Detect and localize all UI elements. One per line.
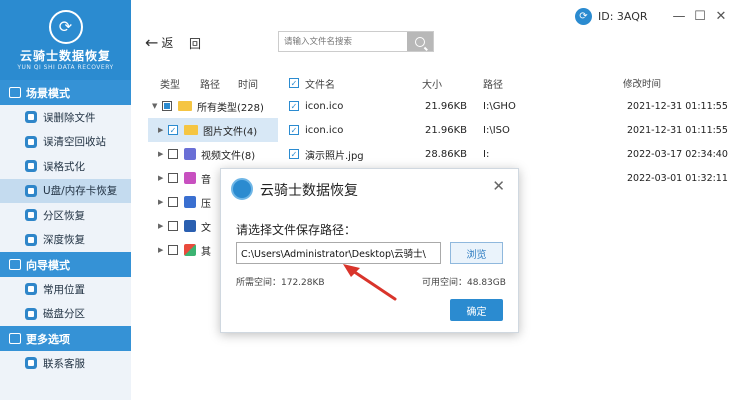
table-row[interactable]: ✓ icon.ico 21.96KB I:\GHO 2021-12-31 01:1… bbox=[283, 94, 737, 118]
tab-type[interactable]: 类型 bbox=[160, 76, 180, 91]
sidebar-item-recycle-bin[interactable]: 误清空回收站 bbox=[0, 130, 131, 155]
section-wizard-mode[interactable]: 向导模式 bbox=[0, 252, 131, 277]
table-row[interactable]: ✓ icon.ico 21.96KB I:\ISO 2021-12-31 01:1… bbox=[283, 118, 737, 142]
expand-icon[interactable]: ▶ bbox=[158, 246, 168, 254]
expand-icon[interactable]: ▶ bbox=[158, 150, 168, 158]
minimize-icon[interactable]: — bbox=[672, 9, 686, 24]
back-button[interactable]: ← 返 bbox=[145, 33, 173, 52]
search-input[interactable] bbox=[279, 32, 407, 51]
confirm-button[interactable]: 确定 bbox=[450, 299, 503, 321]
tree-header: 类型 路径 时间 bbox=[148, 72, 278, 94]
sidebar-item-deleted-files[interactable]: 误删除文件 bbox=[0, 105, 131, 130]
select-all-checkbox[interactable]: ✓ bbox=[289, 78, 299, 88]
documents-checkbox[interactable] bbox=[168, 221, 178, 231]
expand-icon[interactable]: ▶ bbox=[158, 222, 168, 230]
file-list-header: ✓ 文件名 大小 路径 修改时间 bbox=[283, 72, 737, 94]
expand-icon[interactable]: ▶ bbox=[158, 198, 168, 206]
maximize-icon[interactable]: ☐ bbox=[693, 9, 707, 24]
expand-icon[interactable]: ▶ bbox=[158, 126, 168, 134]
tab-time[interactable]: 时间 bbox=[238, 76, 258, 91]
column-name[interactable]: 文件名 bbox=[305, 76, 335, 91]
app-logo-icon bbox=[231, 178, 253, 200]
audio-checkbox[interactable] bbox=[168, 173, 178, 183]
location-icon bbox=[25, 283, 37, 296]
video-icon bbox=[184, 148, 196, 160]
support-icon bbox=[25, 357, 37, 370]
disk-icon bbox=[25, 307, 37, 320]
user-icon: ⟳ bbox=[575, 8, 592, 25]
arrow-left-icon: ← bbox=[145, 33, 159, 52]
folder-icon bbox=[184, 125, 198, 135]
menu-icon bbox=[9, 333, 21, 344]
annotation-arrow bbox=[343, 264, 397, 301]
format-icon bbox=[25, 160, 37, 173]
save-path-label: 请选择文件保存路径： bbox=[236, 223, 357, 237]
search-icon bbox=[415, 36, 425, 47]
app-subtitle: YUN QI SHI DATA RECOVERY bbox=[17, 63, 114, 71]
section-scene-mode[interactable]: 场景模式 bbox=[0, 80, 131, 105]
sidebar-item-common-locations[interactable]: 常用位置 bbox=[0, 277, 131, 302]
toolbar: ← 返 回 bbox=[131, 30, 737, 58]
file-icon bbox=[25, 111, 37, 124]
archive-icon bbox=[184, 196, 196, 208]
app-logo: ⟳ 云骑士数据恢复 YUN QI SHI DATA RECOVERY bbox=[0, 0, 131, 80]
collapse-icon[interactable]: ▼ bbox=[152, 102, 162, 110]
sidebar-item-disk-partitions[interactable]: 磁盘分区 bbox=[0, 302, 131, 327]
archives-checkbox[interactable] bbox=[168, 197, 178, 207]
user-id-badge: ⟳ ID: 3AQR bbox=[575, 8, 648, 25]
usb-icon bbox=[25, 184, 37, 197]
monitor-icon bbox=[9, 87, 21, 98]
other-files-icon bbox=[184, 244, 196, 256]
save-path-dialog: 云骑士数据恢复 ✕ 请选择文件保存路径： C:\Users\Administra… bbox=[220, 168, 519, 333]
column-date[interactable]: 修改时间 bbox=[623, 76, 733, 90]
home-button[interactable]: 回 bbox=[189, 35, 201, 52]
document-icon bbox=[184, 220, 196, 232]
needed-space: 所需空间：172.28KB bbox=[236, 278, 325, 288]
title-bar: ⟳ ID: 3AQR — ☐ ✕ bbox=[131, 0, 737, 32]
free-space: 可用空间：48.83GB bbox=[422, 278, 506, 288]
app-name: 云骑士数据恢复 bbox=[19, 48, 111, 63]
images-checkbox[interactable]: ✓ bbox=[168, 125, 178, 135]
section-more-options[interactable]: 更多选项 bbox=[0, 326, 131, 351]
partition-icon bbox=[25, 209, 37, 222]
search-button[interactable] bbox=[407, 32, 433, 51]
music-icon bbox=[184, 172, 196, 184]
sidebar-item-partition-recovery[interactable]: 分区恢复 bbox=[0, 203, 131, 228]
folder-icon bbox=[178, 101, 192, 111]
dialog-title: 云骑士数据恢复 bbox=[260, 183, 358, 199]
logo-icon: ⟳ bbox=[48, 9, 83, 44]
trash-icon bbox=[25, 135, 37, 148]
row-checkbox[interactable]: ✓ bbox=[289, 149, 299, 159]
wizard-icon bbox=[9, 259, 21, 270]
tree-row-videos[interactable]: ▶ 视频文件(8) bbox=[148, 142, 278, 166]
all-types-checkbox[interactable] bbox=[162, 101, 172, 111]
row-checkbox[interactable]: ✓ bbox=[289, 101, 299, 111]
save-path-field[interactable]: C:\Users\Administrator\Desktop\云骑士\ bbox=[236, 242, 441, 264]
sidebar-item-usb-recovery[interactable]: U盘/内存卡恢复 bbox=[0, 178, 131, 203]
sidebar-item-formatted[interactable]: 误格式化 bbox=[0, 154, 131, 179]
sidebar-item-deep-recovery[interactable]: 深度恢复 bbox=[0, 228, 131, 253]
row-checkbox[interactable]: ✓ bbox=[289, 125, 299, 135]
dialog-close-icon[interactable]: ✕ bbox=[492, 177, 505, 195]
deep-scan-icon bbox=[25, 233, 37, 246]
tree-row-images[interactable]: ▶ ✓ 图片文件(4) bbox=[148, 118, 278, 142]
tab-path[interactable]: 路径 bbox=[200, 76, 220, 91]
other-checkbox[interactable] bbox=[168, 245, 178, 255]
videos-checkbox[interactable] bbox=[168, 149, 178, 159]
column-size[interactable]: 大小 bbox=[408, 76, 473, 91]
expand-icon[interactable]: ▶ bbox=[158, 174, 168, 182]
close-icon[interactable]: ✕ bbox=[714, 9, 728, 24]
browse-button[interactable]: 浏览 bbox=[450, 242, 503, 264]
column-path[interactable]: 路径 bbox=[473, 76, 623, 91]
table-row[interactable]: ✓ 演示照片.jpg 28.86KB I: 2022-03-17 02:34:40 bbox=[283, 142, 737, 166]
search-box bbox=[278, 31, 434, 52]
tree-row-all-types[interactable]: ▼ 所有类型(228) bbox=[148, 94, 278, 118]
sidebar: ⟳ 云骑士数据恢复 YUN QI SHI DATA RECOVERY 场景模式 … bbox=[0, 0, 131, 400]
sidebar-item-contact-support[interactable]: 联系客服 bbox=[0, 351, 131, 376]
